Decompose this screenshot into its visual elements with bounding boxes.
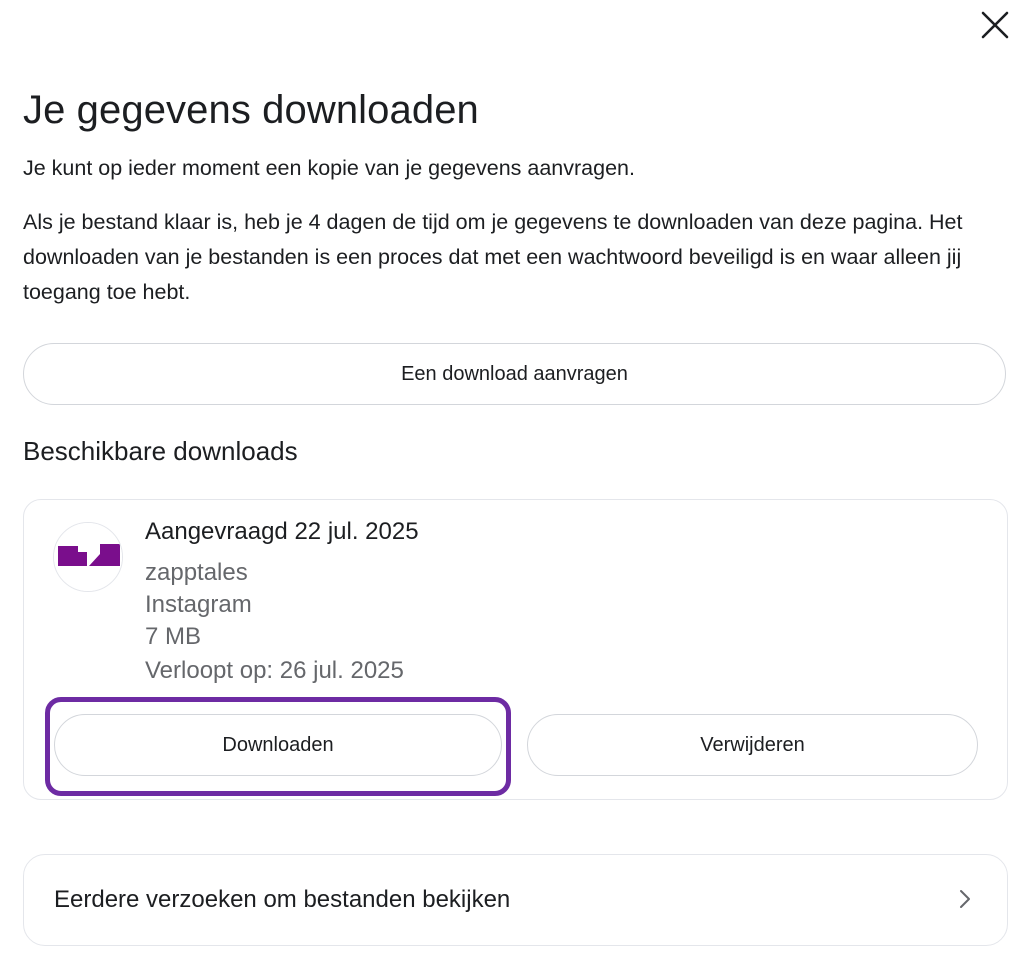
account-name: zapptales	[145, 559, 248, 586]
file-size: 7 MB	[145, 623, 202, 650]
previous-requests-label: Eerdere verzoeken om bestanden bekijken	[54, 886, 511, 913]
close-icon[interactable]	[978, 8, 1012, 42]
description-text: Als je bestand klaar is, heb je 4 dagen …	[23, 210, 963, 304]
download-button[interactable]: Downloaden	[54, 714, 502, 776]
platform-name: Instagram	[145, 591, 252, 618]
request-download-button[interactable]: Een download aanvragen	[23, 343, 1006, 405]
delete-button-label: Verwijderen	[700, 733, 805, 756]
account-avatar	[53, 522, 123, 592]
download-button-label: Downloaden	[222, 733, 334, 756]
previous-requests-link[interactable]: Eerdere verzoeken om bestanden bekijken	[23, 854, 1008, 946]
delete-button[interactable]: Verwijderen	[527, 714, 978, 776]
dialog-title: Je gegevens downloaden	[23, 88, 479, 132]
request-download-label: Een download aanvragen	[401, 362, 628, 385]
expiry-date: Verloopt op: 26 jul. 2025	[145, 657, 404, 684]
profile-logo-icon	[54, 523, 122, 591]
available-downloads-heading: Beschikbare downloads	[23, 436, 298, 466]
requested-date: Aangevraagd 22 jul. 2025	[145, 518, 419, 545]
chevron-right-icon	[954, 888, 976, 910]
intro-text: Je kunt op ieder moment een kopie van je…	[23, 156, 635, 180]
